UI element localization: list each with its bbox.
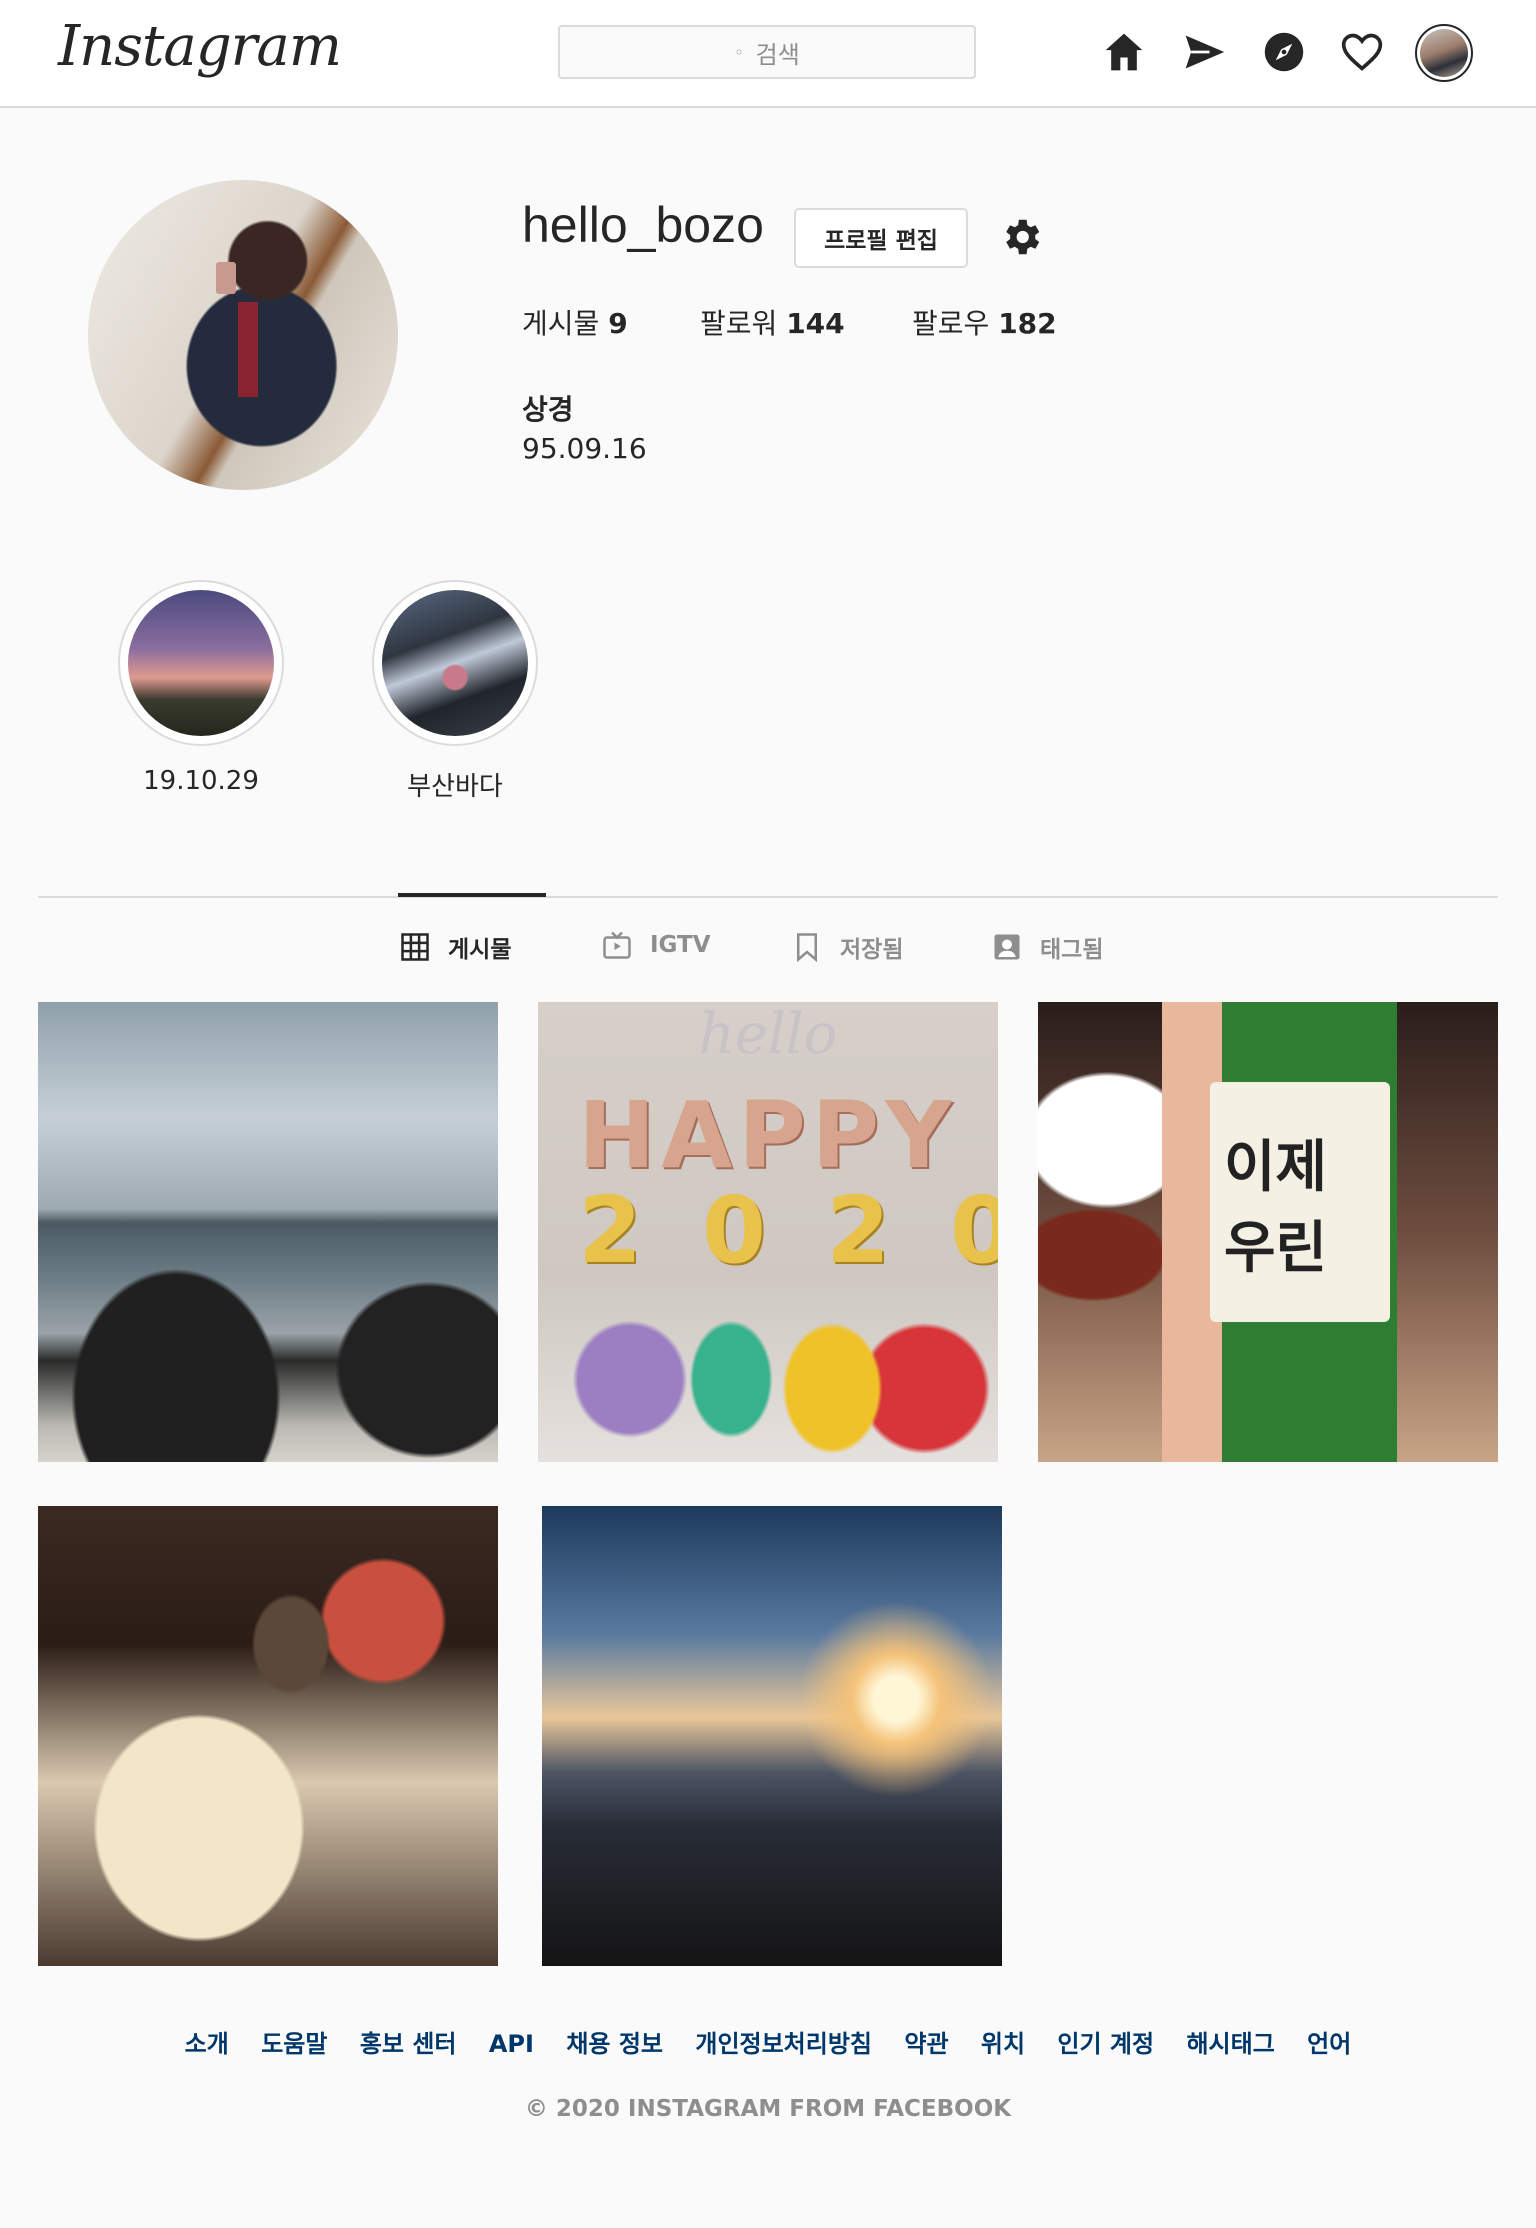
direct-message-icon[interactable] [1182, 30, 1226, 74]
tab-label: IGTV [650, 932, 711, 958]
explore-compass-icon[interactable] [1262, 30, 1306, 74]
active-tab-indicator [398, 893, 546, 897]
profile-username: hello_bozo [522, 197, 764, 253]
tab-tagged[interactable]: 태그됨 [992, 930, 1103, 964]
highlight-label: 19.10.29 [143, 766, 259, 796]
stat-label: 팔로우 [912, 307, 990, 340]
edit-profile-button[interactable]: 프로필 편집 [794, 208, 968, 268]
tab-label: 태그됨 [1040, 937, 1104, 963]
highlight-label: 부산바다 [407, 772, 503, 802]
story-highlight[interactable]: 19.10.29 [118, 580, 284, 796]
footer-link-jobs[interactable]: 채용 정보 [566, 2030, 663, 2058]
tagged-user-icon [994, 934, 1020, 960]
post-thumbnail-sunset[interactable] [542, 1506, 1002, 1966]
profile-picture-phone [216, 262, 236, 294]
footer-link-top-accounts[interactable]: 인기 계정 [1057, 2030, 1154, 2058]
post-image-text: HAPPY [578, 1082, 958, 1189]
search-placeholder: 검색 [755, 40, 800, 69]
stat-value: 144 [786, 307, 845, 340]
footer-link-api[interactable]: API [489, 2030, 534, 2058]
igtv-icon [603, 931, 631, 959]
stat-value: 182 [998, 307, 1057, 340]
profile-full-name: 상경 [522, 393, 574, 426]
highlight-cover-image [382, 590, 528, 736]
footer-link-privacy[interactable]: 개인정보처리방침 [695, 2030, 872, 2058]
tab-posts[interactable]: 게시물 [400, 930, 511, 964]
bottle-label: 이제 우린 [1210, 1082, 1390, 1322]
profile-picture-detail [238, 302, 258, 397]
footer-link-hashtags[interactable]: 해시태그 [1186, 2030, 1274, 2058]
grid-icon [401, 933, 429, 961]
post-thumbnail-food[interactable] [38, 1506, 498, 1966]
settings-gear-icon[interactable] [998, 214, 1044, 260]
post-thumbnail-seascape[interactable] [38, 1002, 498, 1462]
profile-picture[interactable] [88, 180, 398, 490]
tab-label: 저장됨 [840, 937, 904, 963]
footer-link-terms[interactable]: 약관 [904, 2030, 948, 2058]
top-nav: Instagram ◦ 검색 [0, 0, 1536, 108]
search-icon: ◦ [734, 42, 744, 62]
instagram-logo[interactable]: Instagram [58, 14, 342, 79]
post-image-text: 이제 우린 [1224, 1135, 1328, 1281]
tab-saved[interactable]: 저장됨 [792, 930, 903, 964]
search-input[interactable]: ◦ 검색 [558, 25, 976, 79]
profile-avatar[interactable] [1415, 24, 1473, 82]
highlight-cover-image [128, 590, 274, 736]
footer-link-help[interactable]: 도움말 [261, 2030, 327, 2058]
footer-links: 소개 도움말 홍보 센터 API 채용 정보 개인정보처리방침 약관 위치 인기… [0, 2024, 1536, 2059]
footer-link-language[interactable]: 언어 [1307, 2030, 1351, 2058]
story-highlight[interactable]: 부산바다 [372, 580, 538, 802]
stat-label: 게시물 [522, 307, 600, 340]
tab-igtv[interactable]: IGTV [602, 930, 711, 960]
copyright-text: © 2020 INSTAGRAM FROM FACEBOOK [524, 2096, 1012, 2122]
profile-bio: 95.09.16 [522, 432, 647, 465]
tabs-divider [38, 896, 1498, 898]
followers-count[interactable]: 팔로워 144 [700, 302, 845, 342]
activity-heart-icon[interactable] [1340, 30, 1384, 74]
footer-link-locations[interactable]: 위치 [981, 2030, 1025, 2058]
tab-label: 게시물 [448, 937, 512, 963]
stat-label: 팔로워 [700, 307, 778, 340]
stat-value: 9 [608, 307, 628, 340]
bookmark-icon [797, 933, 817, 962]
post-thumbnail-bottle[interactable]: 이제 우린 [1038, 1002, 1498, 1462]
post-thumbnail-happy-2020[interactable]: hello HAPPY 2020 [538, 1002, 998, 1462]
following-count[interactable]: 팔로우 182 [912, 302, 1057, 342]
footer-link-about[interactable]: 소개 [185, 2030, 229, 2058]
post-image-text: 2020 [578, 1177, 998, 1284]
posts-count: 게시물 9 [522, 302, 628, 342]
post-image-text: hello [698, 1002, 838, 1067]
footer-link-press[interactable]: 홍보 센터 [360, 2030, 457, 2058]
home-icon[interactable] [1102, 30, 1146, 74]
